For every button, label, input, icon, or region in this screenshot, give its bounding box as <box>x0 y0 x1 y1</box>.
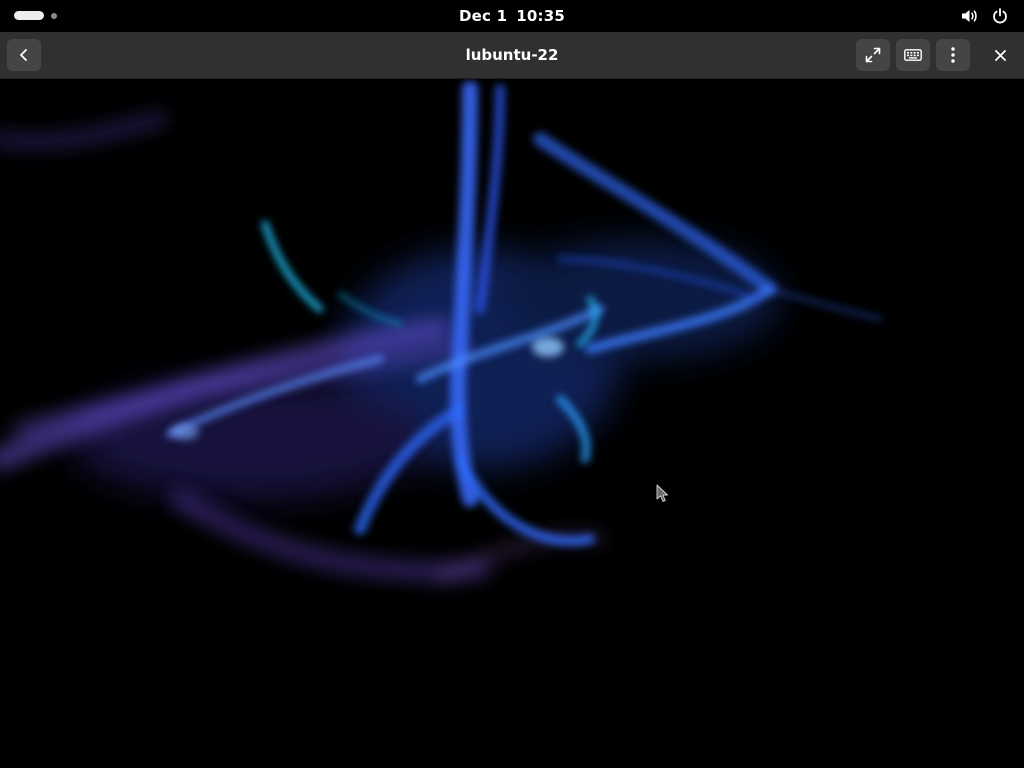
send-keys-button[interactable] <box>896 39 930 71</box>
clock-time: 10:35 <box>516 7 565 25</box>
back-chevron-icon <box>20 49 27 61</box>
lubuntu-wallpaper <box>0 81 883 583</box>
remote-display[interactable] <box>0 79 1024 768</box>
fullscreen-icon <box>865 47 881 63</box>
viewer-header-bar: lubuntu-22 <box>0 32 1024 79</box>
vertical-dots-menu-icon <box>951 47 955 63</box>
menu-button[interactable] <box>936 39 970 71</box>
window-title: lubuntu-22 <box>465 46 559 64</box>
clock[interactable]: Dec 1 10:35 <box>0 0 1024 32</box>
back-button[interactable] <box>7 39 41 71</box>
active-workspace-pill <box>14 11 44 20</box>
close-button[interactable] <box>983 39 1017 71</box>
power-icon <box>990 6 1010 26</box>
inactive-workspace-dot <box>51 12 57 19</box>
activities-indicator[interactable] <box>14 11 57 20</box>
fullscreen-button[interactable] <box>856 39 890 71</box>
clock-date: Dec 1 <box>459 7 508 25</box>
close-icon <box>994 49 1006 61</box>
mouse-pointer-icon <box>656 484 668 502</box>
system-menu[interactable] <box>960 6 1010 26</box>
keyboard-icon <box>904 49 922 61</box>
volume-icon <box>960 6 980 26</box>
gnome-top-bar: Dec 1 10:35 <box>0 0 1024 32</box>
